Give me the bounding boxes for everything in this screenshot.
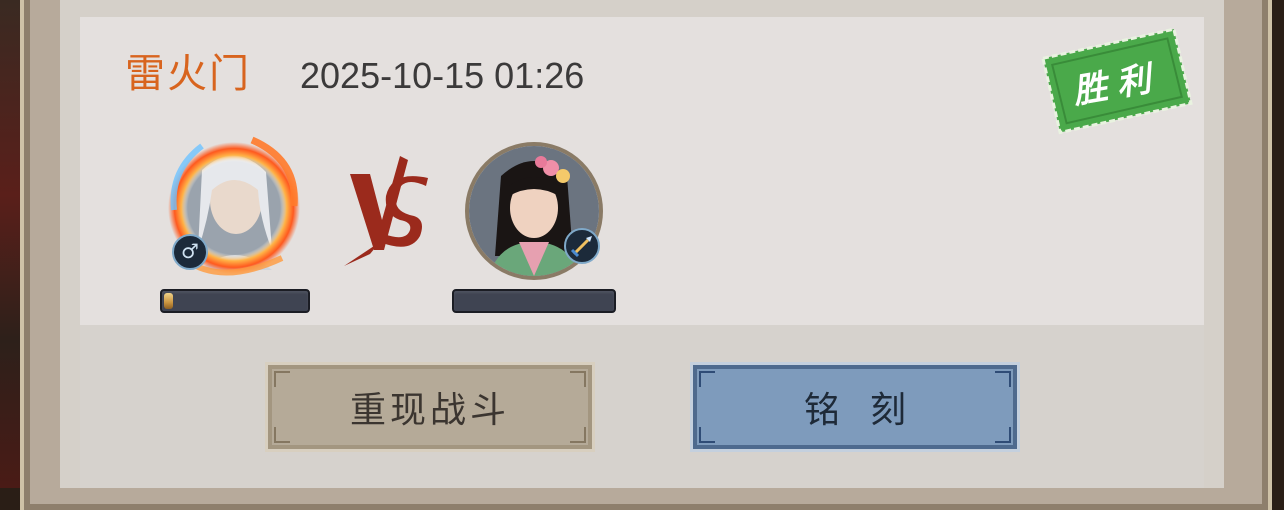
player-hp-fill: [164, 293, 173, 309]
corner-ornament: [995, 371, 1011, 387]
player-hp-bar: [160, 289, 310, 313]
replay-battle-button[interactable]: 重现战斗: [265, 362, 595, 452]
opponent-sect-name: 雷火门: [125, 51, 251, 97]
sword-icon: [570, 236, 592, 258]
male-gender-icon: ♂: [172, 234, 208, 270]
vs-icon: [344, 156, 428, 266]
battle-datetime: 2025-10-15 01:26: [300, 55, 585, 96]
replay-battle-label: 重现战斗: [349, 390, 510, 431]
battle-record-actions: [80, 325, 1204, 488]
corner-ornament: [274, 371, 290, 387]
engrave-label: 铭刻: [803, 390, 936, 431]
corner-ornament: [570, 427, 586, 443]
corner-ornament: [274, 427, 290, 443]
opponent-hp-bar: [452, 289, 616, 313]
corner-ornament: [995, 427, 1011, 443]
corner-ornament: [699, 371, 715, 387]
weapon-icon: [564, 228, 600, 264]
corner-ornament: [570, 371, 586, 387]
corner-ornament: [699, 427, 715, 443]
engrave-button[interactable]: 铭刻: [690, 362, 1020, 452]
